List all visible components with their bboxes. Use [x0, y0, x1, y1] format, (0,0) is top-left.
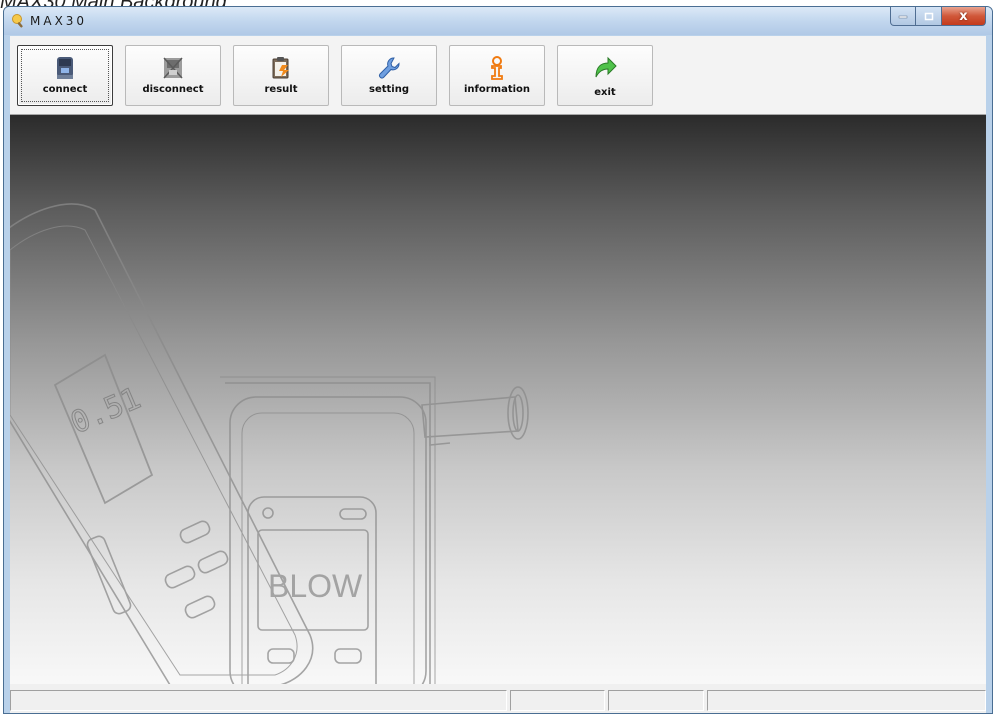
close-icon: x: [959, 8, 968, 24]
status-bar: [10, 684, 986, 713]
status-panel-2: [510, 690, 605, 711]
toolbar: connect disconnect result setting inform…: [10, 36, 986, 115]
exit-arrow-icon: [595, 56, 617, 78]
exit-button[interactable]: exit: [557, 45, 653, 106]
display-value: 0.51: [66, 381, 146, 441]
handheld-display: 0.51: [53, 353, 154, 505]
status-panel-4: [707, 690, 986, 711]
minimize-icon: [898, 15, 908, 19]
main-background: 0.51 BLOW: [10, 115, 986, 684]
magnifier-app-icon: [12, 14, 23, 28]
maximize-icon: [924, 12, 933, 20]
exit-label: exit: [594, 87, 616, 98]
breathalyzer-illustration: 0.51 BLOW: [10, 203, 529, 684]
status-panel-3: [608, 690, 704, 711]
window-title: MAX30: [30, 14, 88, 28]
setting-label: setting: [369, 84, 409, 95]
app-window: MAX30 x connect disconnect result settin…: [3, 6, 993, 714]
client-area: connect disconnect result setting inform…: [10, 36, 986, 713]
disconnect-label: disconnect: [142, 84, 204, 95]
disconnect-button[interactable]: disconnect: [125, 45, 221, 106]
usb-plug-icon: [57, 57, 73, 79]
unplug-icon: [163, 57, 183, 79]
title-bar[interactable]: MAX30 x: [4, 7, 992, 35]
clipboard-result-icon: [272, 57, 289, 79]
maximize-button[interactable]: [916, 7, 942, 26]
connect-button[interactable]: connect: [17, 45, 113, 106]
wrench-icon: [379, 57, 400, 79]
status-panel-main: [10, 690, 507, 711]
information-label: information: [463, 84, 531, 95]
device-screen-text: BLOW: [268, 568, 363, 604]
close-button[interactable]: x: [942, 7, 986, 26]
info-person-icon: [491, 56, 503, 80]
caption-buttons: x: [890, 7, 986, 27]
result-button[interactable]: result: [233, 45, 329, 106]
connect-label: connect: [42, 84, 88, 95]
minimize-button[interactable]: [890, 7, 916, 26]
information-button[interactable]: information: [449, 45, 545, 106]
result-label: result: [264, 84, 298, 95]
setting-button[interactable]: setting: [341, 45, 437, 106]
